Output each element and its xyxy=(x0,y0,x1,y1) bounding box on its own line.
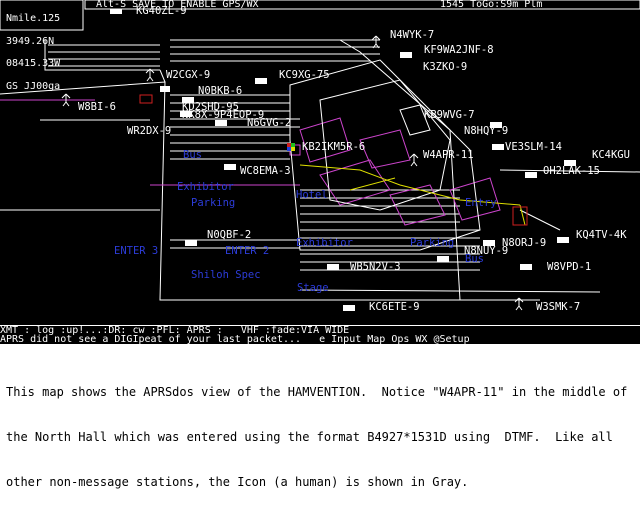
station-label[interactable]: KC6ETE-9 xyxy=(369,302,420,313)
map-area-label: Exhibitor xyxy=(296,237,353,249)
coord-line-2: 3949.26N xyxy=(6,35,55,47)
map-area-label: Shiloh Spec xyxy=(191,269,261,281)
station-label[interactable]: W8VPD-1 xyxy=(547,262,591,273)
status-line-2: APRS did not see a DIGIpeat of your last… xyxy=(0,335,640,344)
station-label[interactable]: KB2IKM5R-6 xyxy=(302,142,365,153)
map-area-label: Exhibitor xyxy=(177,181,234,193)
map-area-label: Parking xyxy=(191,197,236,209)
map-area-label: Stage xyxy=(297,282,329,294)
station-label[interactable]: N6GVG-2 xyxy=(247,118,291,129)
coord-line-3: 08415.33W xyxy=(6,58,61,69)
map-area-label: ENTER 3 xyxy=(114,245,159,257)
station-label[interactable]: N0QBF-2 xyxy=(207,230,251,241)
map-area-label: Bus xyxy=(465,253,484,265)
station-label[interactable]: N8ORJ-9 xyxy=(502,238,546,249)
station-label[interactable]: KB9WVG-7 xyxy=(424,110,475,121)
station-label[interactable]: K3ZKO-9 xyxy=(423,62,467,73)
aprs-map-screen: Nmile.125 3949.26N 08415.33W GS JJ00ga A… xyxy=(0,0,640,344)
station-label[interactable]: KC9XG-75 xyxy=(279,70,330,81)
station-label[interactable]: N8HQY-9 xyxy=(464,126,508,137)
coord-line-1: Nmile.125 xyxy=(6,13,61,24)
station-label[interactable]: W4APR-11 xyxy=(423,150,474,161)
map-area-label: Bus xyxy=(183,149,202,161)
station-label[interactable]: KF9WA2JNF-8 xyxy=(424,45,494,56)
station-label[interactable]: WC8EMA-3 xyxy=(240,166,291,177)
icon-windows-symbol xyxy=(287,143,295,151)
station-label[interactable]: WR2DX-9 xyxy=(127,126,171,137)
station-label[interactable]: WB5N2V-3 xyxy=(350,262,401,273)
station-label[interactable]: OH2LAK-15 xyxy=(543,166,600,177)
figure-caption: This map shows the APRSdos view of the H… xyxy=(6,355,636,505)
station-label[interactable]: W8BI-6 xyxy=(78,102,116,113)
map-area-label: Hotel xyxy=(296,189,328,201)
caption-line-3: other non-message stations, the Icon (a … xyxy=(6,475,469,489)
header-right-status: 1545 ToGo:S9m Plm xyxy=(440,0,543,10)
map-area-label: ENTER 2 xyxy=(225,245,270,257)
map-area-label: Parking xyxy=(410,237,455,249)
station-label[interactable]: W2CGX-9 xyxy=(166,70,210,81)
coord-readout: Nmile.125 3949.26N 08415.33W GS JJ00ga xyxy=(6,0,60,105)
caption-line-2: the North Hall which was entered using t… xyxy=(6,430,613,444)
station-label[interactable]: KQ4TV-4K xyxy=(576,230,627,241)
station-label[interactable]: W3SMK-7 xyxy=(536,302,580,313)
map-area-label: Entry xyxy=(465,197,497,209)
station-label[interactable]: N0BKB-6 xyxy=(198,86,242,97)
station-label[interactable]: KG40ZL-9 xyxy=(136,6,187,17)
caption-line-1: This map shows the APRSdos view of the H… xyxy=(6,385,628,399)
coord-line-4: GS JJ00ga xyxy=(6,80,61,92)
station-label[interactable]: N4WYK-7 xyxy=(390,30,434,41)
station-label[interactable]: KC4KGU xyxy=(592,150,630,161)
station-label[interactable]: VE3SLM-14 xyxy=(505,142,562,153)
